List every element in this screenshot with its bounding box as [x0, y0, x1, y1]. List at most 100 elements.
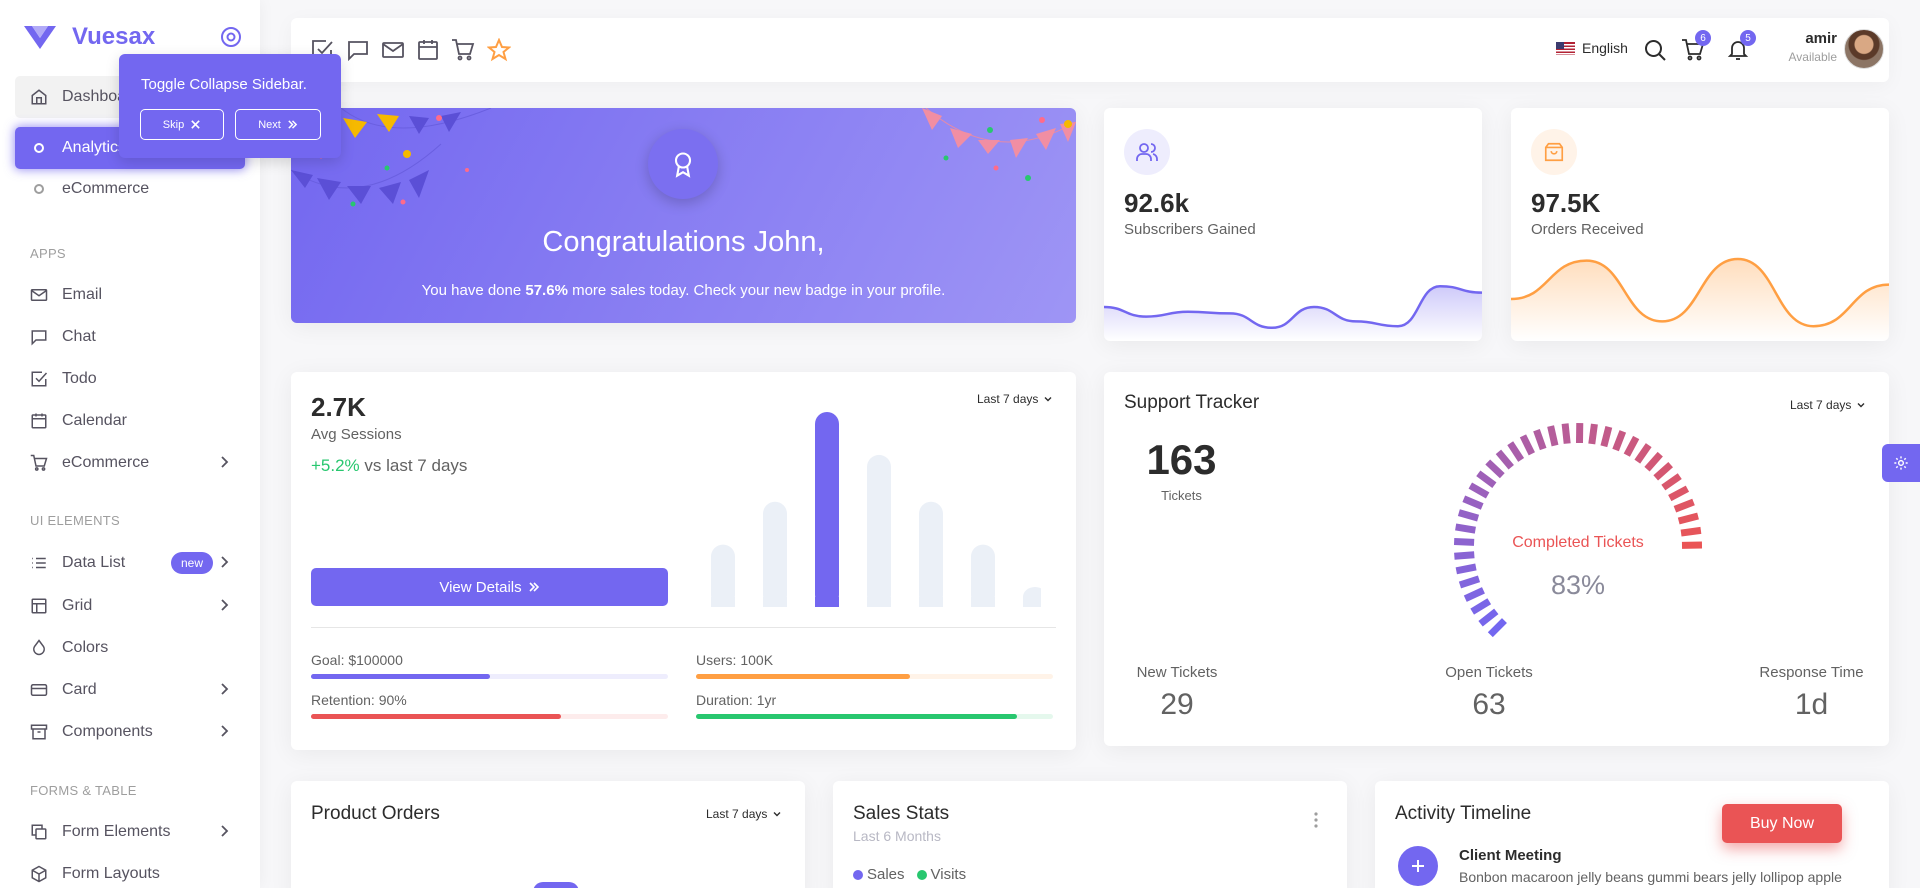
calendar-shortcut-icon[interactable]	[416, 38, 440, 62]
cart-icon	[30, 454, 48, 472]
sidebar-item-label: Form Layouts	[62, 865, 160, 882]
sidebar-item-grid[interactable]: Grid	[15, 585, 245, 627]
sessions-label: Avg Sessions	[311, 426, 402, 443]
notification-count-badge: 5	[1740, 30, 1756, 46]
brand[interactable]: Vuesax	[22, 20, 155, 54]
chevron-right-icon	[221, 825, 229, 837]
view-details-label: View Details	[439, 578, 522, 596]
sales-stats-legend: Sales Visits	[853, 866, 966, 883]
plus-icon	[1412, 860, 1424, 872]
gauge-tick	[1495, 449, 1514, 470]
product-orders-period-dropdown[interactable]: Last 7 days	[706, 807, 782, 821]
gauge-tick	[1476, 470, 1497, 488]
gauge-tick	[1519, 434, 1535, 456]
metric-progress-fill	[696, 714, 1018, 719]
star-icon[interactable]	[487, 38, 511, 62]
droplet-icon	[30, 639, 48, 657]
divider	[311, 627, 1056, 628]
orders-label: Orders Received	[1531, 221, 1644, 238]
congratulations-card: Congratulations John, You have done 57.6…	[291, 108, 1076, 323]
package-icon-wrap	[1531, 129, 1577, 175]
open-tickets-value: 63	[1472, 688, 1506, 721]
chevron-right-icon	[221, 599, 229, 611]
gauge-tick	[1547, 425, 1559, 447]
chat-shortcut-icon[interactable]	[346, 38, 370, 62]
sidebar-item-email[interactable]: Email	[15, 274, 245, 316]
gauge-tick	[1623, 435, 1640, 457]
language-selector[interactable]: English	[1556, 40, 1628, 56]
sidebar-item-label: Form Elements	[62, 823, 171, 840]
sidebar-item-label: Email	[62, 286, 103, 303]
gauge-tick	[1453, 538, 1475, 546]
sidebar-item-calendar[interactable]: Calendar	[15, 400, 245, 442]
hero-sub-highlight: 57.6%	[525, 282, 568, 299]
sidebar-item-chat[interactable]: Chat	[15, 316, 245, 358]
sidebar-item-label: Components	[62, 723, 153, 740]
period-label: Last 7 days	[1790, 398, 1852, 412]
sidebar-item-data-list[interactable]: Data List new	[15, 542, 245, 584]
session-bar-base	[711, 597, 735, 607]
cart-shortcut-icon[interactable]	[451, 38, 475, 62]
hero-title: Congratulations John,	[542, 226, 825, 258]
sidebar-item-ecommerce[interactable]: eCommerce	[15, 442, 245, 484]
users-icon-wrap	[1124, 129, 1170, 175]
hero-sub-text-end: more sales today. Check your new badge i…	[567, 282, 946, 299]
user-menu[interactable]: amir Available	[1769, 28, 1884, 72]
chevron-right-icon	[221, 683, 229, 695]
notifications-dropdown[interactable]: 5	[1726, 30, 1756, 66]
sidebar-item-form-layouts[interactable]: Form Layouts	[15, 853, 245, 888]
vuesax-logo	[24, 26, 56, 49]
session-bar-base	[867, 597, 891, 607]
copy-icon	[30, 823, 48, 841]
sidebar-item-label: Data List	[62, 554, 126, 571]
orders-card: 97.5K Orders Received	[1511, 108, 1889, 341]
session-bar	[867, 454, 891, 607]
archive-icon	[30, 723, 48, 741]
gauge-tick	[1644, 451, 1663, 472]
buy-now-button[interactable]: Buy Now	[1722, 804, 1842, 843]
more-vertical-icon[interactable]	[1313, 811, 1319, 829]
sessions-period-dropdown[interactable]: Last 7 days	[977, 392, 1053, 406]
user-name: amir	[1805, 30, 1837, 47]
gauge-tick	[1507, 441, 1525, 462]
new-badge: new	[171, 552, 214, 574]
tour-skip-button[interactable]: Skip	[140, 109, 224, 140]
product-orders-title: Product Orders	[311, 803, 440, 824]
next-label: Next	[258, 118, 281, 131]
support-period-dropdown[interactable]: Last 7 days	[1790, 398, 1866, 412]
customizer-toggle[interactable]	[1882, 444, 1920, 482]
sidebar-item-colors[interactable]: Colors	[15, 627, 245, 669]
metric-progress-fill	[696, 674, 911, 679]
new-tickets-value: 29	[1160, 688, 1194, 721]
subscribers-card: 92.6k Subscribers Gained	[1104, 108, 1482, 341]
period-label: Last 7 days	[977, 392, 1039, 406]
email-shortcut-icon[interactable]	[381, 38, 405, 62]
metric-progress-fill	[311, 674, 490, 679]
cart-count-badge: 6	[1695, 30, 1711, 46]
tickets-value: 163	[1146, 436, 1217, 483]
sales-stats-card: Sales Stats Last 6 Months Sales Visits	[833, 781, 1347, 888]
sidebar-item-todo[interactable]: Todo	[15, 358, 245, 400]
gauge-tick	[1673, 498, 1695, 513]
gauge-tick	[1600, 426, 1613, 448]
section-forms-table: FORMS & TABLE	[30, 783, 137, 798]
cart-dropdown[interactable]: 6	[1681, 30, 1711, 66]
sidebar-item-components[interactable]: Components	[15, 711, 245, 753]
top-navbar: English 6 5 amir Available	[291, 18, 1889, 82]
sidebar-item-label: Chat	[62, 328, 96, 345]
hero-subtitle: You have done 57.6% more sales today. Ch…	[291, 282, 1076, 299]
gauge-tick	[1588, 423, 1598, 445]
sidebar-item-ecommerce-dashboard[interactable]: eCommerce	[15, 168, 245, 210]
collapse-sidebar-icon[interactable]	[220, 26, 242, 48]
tour-next-button[interactable]: Next	[235, 109, 321, 140]
session-bar	[919, 501, 943, 607]
gear-icon	[1894, 456, 1908, 470]
sidebar-item-label: Analytics	[62, 139, 127, 156]
search-icon[interactable]	[1643, 38, 1667, 62]
chevron-right-icon	[221, 725, 229, 737]
chevrons-right-icon	[288, 120, 298, 129]
sidebar-item-card[interactable]: Card	[15, 669, 245, 711]
gauge-tick	[1680, 526, 1702, 537]
view-details-button[interactable]: View Details	[311, 568, 668, 606]
sidebar-item-form-elements[interactable]: Form Elements	[15, 811, 245, 853]
